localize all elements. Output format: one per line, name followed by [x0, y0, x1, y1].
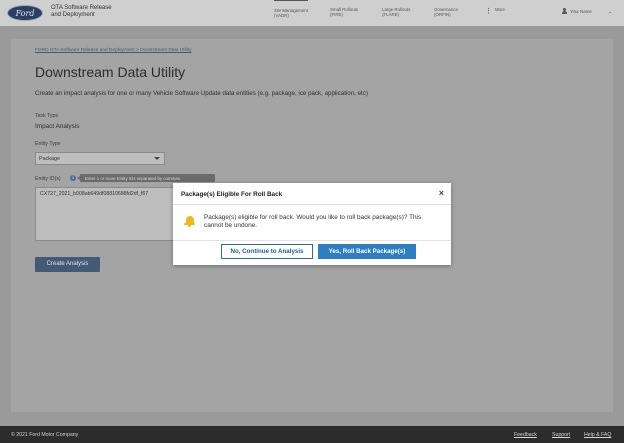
nav-item-sublabel: (ORFIN)	[434, 12, 451, 18]
nav-item-sublabel: (FIRE)	[330, 12, 343, 18]
nav-item-sublabel: (VADR)	[274, 13, 289, 19]
more-dots-icon[interactable]: ⋮	[485, 7, 492, 15]
entity-ids-label: Entity ID(s)	[35, 176, 61, 182]
nav-item-vadr[interactable]: SW Management (VADR)	[274, 0, 308, 26]
user-menu[interactable]: Your Name	[562, 8, 592, 14]
app-title[interactable]: OTA Software Release and Deployment	[51, 5, 131, 19]
continue-to-analysis-button[interactable]: No, Continue to Analysis	[221, 244, 313, 259]
footer-link-help[interactable]: Help & FAQ	[584, 432, 611, 438]
top-header: Ford OTA Software Release and Deployment…	[0, 0, 624, 26]
modal-message: Package(s) eligible for roll back. Would…	[204, 214, 422, 230]
entity-type-label: Entity Type	[35, 141, 61, 147]
close-icon[interactable]: ×	[439, 188, 444, 198]
footer: © 2021 Ford Motor Company Feedback Suppo…	[0, 426, 624, 443]
create-analysis-button[interactable]: Create Analysis	[35, 257, 100, 272]
entity-type-select[interactable]: Package	[35, 152, 165, 165]
nav-item-orfin[interactable]: Governance (ORFIN)	[434, 7, 458, 17]
task-type-label: Task Type	[35, 113, 59, 119]
modal-header: Package(s) Eligible For Roll Back ×	[173, 183, 451, 205]
nav-item-fire[interactable]: Small Rollouts (FIRE)	[330, 7, 358, 17]
rollback-modal: Package(s) Eligible For Roll Back × Pack…	[173, 183, 451, 265]
breadcrumb[interactable]: FORD OTA Software Release and Deployment…	[35, 48, 192, 53]
nav-item-more[interactable]: More	[495, 7, 505, 12]
page-title: Downstream Data Utility	[35, 64, 186, 80]
app-title-line1: OTA Software Release	[51, 5, 112, 11]
nav-item-sublabel: (FLARE)	[382, 12, 400, 18]
roll-back-packages-button[interactable]: Yes, Roll Back Package(s)	[318, 244, 416, 259]
ford-logo[interactable]: Ford	[7, 5, 43, 21]
footer-link-support[interactable]: Support	[552, 432, 570, 438]
task-type-value: Impact Analysis	[35, 123, 80, 130]
nav-item-flare[interactable]: Large Rollouts (FLARE)	[382, 7, 410, 17]
entity-type-selected: Package	[39, 156, 60, 162]
modal-title: Package(s) Eligible For Roll Back	[181, 191, 283, 198]
copyright-text: © 2021 Ford Motor Company	[11, 432, 79, 438]
logo-text: Ford	[15, 8, 35, 18]
bell-icon	[184, 216, 195, 227]
info-icon[interactable]: i	[70, 175, 76, 181]
caret-down-icon	[154, 157, 160, 160]
user-name: Your Name	[570, 8, 592, 14]
app-title-line2: and Deployment	[51, 12, 95, 18]
page-description: Create an impact analysis for one or man…	[35, 90, 368, 97]
user-icon	[562, 8, 567, 14]
modal-divider	[173, 240, 451, 241]
entity-ids-tooltip: Enter 1 or more Entity IDs separated by …	[77, 174, 215, 182]
more-label: More	[495, 7, 506, 12]
chevron-down-icon[interactable]: ⌄	[608, 9, 612, 15]
footer-link-feedback[interactable]: Feedback	[514, 432, 537, 438]
entity-ids-textarea[interactable]: CX727_2021_b008ab649df08810688fd2df_f67	[35, 187, 175, 241]
